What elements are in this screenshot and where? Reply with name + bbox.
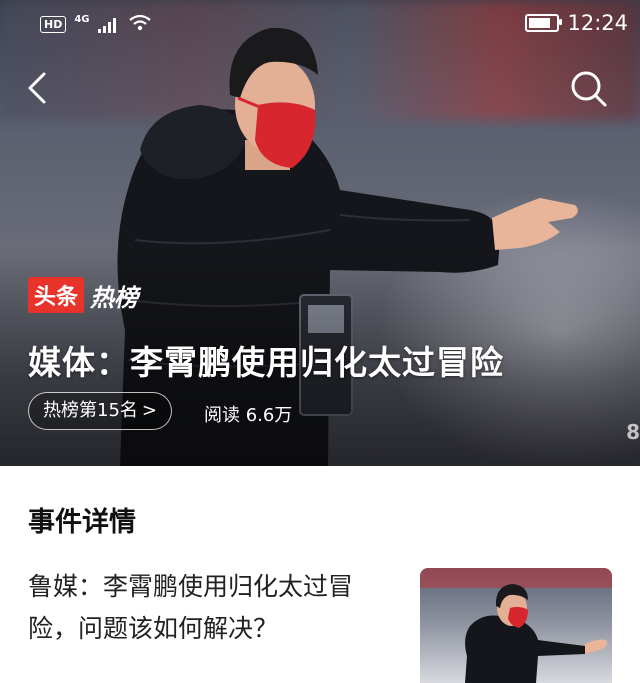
network-type: 4G: [74, 14, 90, 25]
hot-rank-button[interactable]: 热榜第15名 >: [28, 392, 172, 430]
chevron-left-icon: [28, 72, 46, 104]
brand-tag: 头条: [28, 277, 85, 313]
search-icon: [571, 71, 607, 107]
brand-hot-label: 热榜: [90, 283, 139, 312]
section-title: 事件详情: [28, 507, 136, 538]
signal-icon: [97, 17, 120, 33]
hero-headline: 媒体：李霄鹏使用归化太过冒险: [28, 343, 504, 382]
watermark-logo: 8: [626, 420, 640, 444]
hot-rank-label: 热榜第15名: [43, 400, 138, 421]
search-button[interactable]: [568, 68, 608, 108]
status-time: 12:24: [567, 11, 628, 35]
article-title-link[interactable]: 鲁媒：李霄鹏使用归化太过冒险，问题该如何解决？: [28, 566, 388, 650]
thumbnail-photo: [420, 568, 612, 683]
read-count: 阅读 6.6万: [204, 405, 293, 426]
battery-icon: [525, 14, 563, 32]
back-button[interactable]: [20, 68, 56, 108]
chevron-right-icon: >: [141, 400, 157, 421]
article-thumbnail[interactable]: [420, 568, 612, 683]
status-bar: HD 4G 12:24: [0, 0, 640, 48]
toutiao-hot-list-logo: 头条 热榜: [28, 277, 138, 313]
hd-indicator: HD: [40, 16, 67, 33]
wifi-icon: [128, 14, 152, 35]
